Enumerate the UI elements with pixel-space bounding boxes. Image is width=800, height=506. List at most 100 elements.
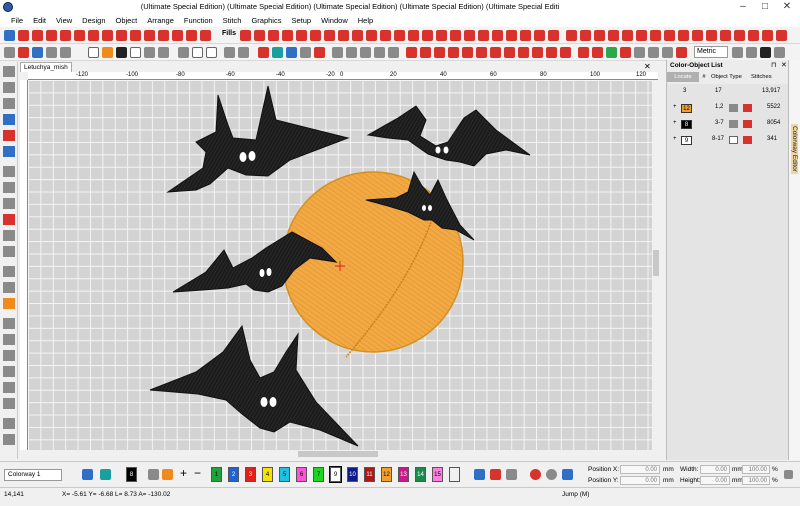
palette-swatch[interactable]: 4 bbox=[262, 467, 273, 482]
effect-8-icon[interactable] bbox=[664, 30, 675, 41]
minimize-button[interactable]: – bbox=[732, 0, 754, 14]
palette-swatch[interactable]: 12 bbox=[381, 467, 392, 482]
paste-icon[interactable] bbox=[206, 47, 217, 58]
cut-icon[interactable] bbox=[178, 47, 189, 58]
sort-icon[interactable] bbox=[506, 469, 517, 480]
horizontal-scrollbar[interactable] bbox=[28, 450, 652, 459]
stitch-type-4-icon[interactable] bbox=[448, 47, 459, 58]
effect-1-icon[interactable] bbox=[566, 30, 577, 41]
effect-3-icon[interactable] bbox=[594, 30, 605, 41]
palette-swatch[interactable]: 1 bbox=[211, 467, 222, 482]
design-tool-3-icon[interactable] bbox=[606, 47, 617, 58]
tool-node-icon[interactable] bbox=[3, 82, 15, 93]
fill-pattern-16-icon[interactable] bbox=[450, 30, 461, 41]
tool-flip-icon[interactable] bbox=[3, 318, 15, 329]
tool-monogram-icon[interactable] bbox=[3, 130, 15, 141]
effect-15-icon[interactable] bbox=[762, 30, 773, 41]
satin-icon[interactable] bbox=[116, 30, 127, 41]
stitch-type-12-icon[interactable] bbox=[560, 47, 571, 58]
menu-help[interactable]: Help bbox=[353, 14, 378, 27]
options-icon[interactable] bbox=[774, 47, 785, 58]
color-badge[interactable]: 9 bbox=[681, 136, 692, 145]
effect-6-icon[interactable] bbox=[636, 30, 647, 41]
stitch-sequence-icon[interactable] bbox=[490, 469, 501, 480]
select-icon[interactable] bbox=[4, 30, 15, 41]
palette-swatch[interactable]: 2 bbox=[228, 467, 239, 482]
reshape-icon[interactable] bbox=[60, 47, 71, 58]
fill-pattern-10-icon[interactable] bbox=[366, 30, 377, 41]
expand-icon[interactable]: + bbox=[673, 104, 677, 110]
menu-arrange[interactable]: Arrange bbox=[142, 14, 179, 27]
tool-knife-icon[interactable] bbox=[3, 418, 15, 429]
tool-reshape-icon[interactable] bbox=[3, 98, 15, 109]
horizontal-scroll-thumb[interactable] bbox=[298, 451, 378, 457]
tool-measure-icon[interactable] bbox=[3, 434, 15, 445]
position-y-field[interactable]: 0.00 bbox=[620, 476, 660, 485]
tool-oval-icon[interactable] bbox=[3, 182, 15, 193]
fill-pattern-21-icon[interactable] bbox=[520, 30, 531, 41]
wilcom-logo-icon[interactable] bbox=[18, 47, 29, 58]
line-icon[interactable] bbox=[32, 30, 43, 41]
needle-icon[interactable] bbox=[314, 47, 325, 58]
effect-16-icon[interactable] bbox=[776, 30, 787, 41]
palette-swatch[interactable]: 3 bbox=[245, 467, 256, 482]
bat-shape[interactable] bbox=[366, 105, 531, 167]
effect-9-icon[interactable] bbox=[678, 30, 689, 41]
stitch-player-icon[interactable] bbox=[258, 47, 269, 58]
menu-file[interactable]: File bbox=[6, 14, 28, 27]
design-tool-6-icon[interactable] bbox=[648, 47, 659, 58]
zoom-icon[interactable] bbox=[300, 47, 311, 58]
design-tool-8-icon[interactable] bbox=[676, 47, 687, 58]
effect-13-icon[interactable] bbox=[734, 30, 745, 41]
palette-swatch[interactable]: 13 bbox=[398, 467, 409, 482]
design-tool-2-icon[interactable] bbox=[592, 47, 603, 58]
position-x-field[interactable]: 0.00 bbox=[620, 465, 660, 474]
menu-window[interactable]: Window bbox=[316, 14, 353, 27]
fill-pattern-15-icon[interactable] bbox=[436, 30, 447, 41]
tool-color-icon[interactable] bbox=[3, 298, 15, 309]
curve-icon[interactable] bbox=[46, 30, 57, 41]
stitch-type-3-icon[interactable] bbox=[434, 47, 445, 58]
column-icon[interactable] bbox=[88, 30, 99, 41]
expand-icon[interactable]: + bbox=[673, 136, 677, 142]
menu-graphics[interactable]: Graphics bbox=[246, 14, 286, 27]
palette-swatch[interactable]: 5 bbox=[279, 467, 290, 482]
maximize-button[interactable]: □ bbox=[754, 0, 776, 14]
design-tool-4-icon[interactable] bbox=[620, 47, 631, 58]
pointer-icon[interactable] bbox=[32, 47, 43, 58]
close-button[interactable]: ✕ bbox=[776, 0, 798, 14]
fill-pattern-5-icon[interactable] bbox=[296, 30, 307, 41]
new-file-icon[interactable] bbox=[88, 47, 99, 58]
align-3-icon[interactable] bbox=[360, 47, 371, 58]
tool-arc-icon[interactable] bbox=[3, 198, 15, 209]
help-icon[interactable] bbox=[760, 47, 771, 58]
effect-2-icon[interactable] bbox=[580, 30, 591, 41]
menu-object[interactable]: Object bbox=[111, 14, 143, 27]
tool-shape-icon[interactable] bbox=[3, 146, 15, 157]
fill-pattern-20-icon[interactable] bbox=[506, 30, 517, 41]
fill-pattern-17-icon[interactable] bbox=[464, 30, 475, 41]
apply-color-icon[interactable] bbox=[162, 469, 173, 480]
locate-header[interactable]: Locate bbox=[667, 72, 699, 82]
home-icon[interactable] bbox=[4, 47, 15, 58]
palette-swatch[interactable]: 7 bbox=[313, 467, 324, 482]
tool-rectangle-icon[interactable] bbox=[3, 366, 15, 377]
fill-pattern-1-icon[interactable] bbox=[240, 30, 251, 41]
fill-pattern-12-icon[interactable] bbox=[394, 30, 405, 41]
menu-view[interactable]: View bbox=[51, 14, 77, 27]
stitch-type-7-icon[interactable] bbox=[490, 47, 501, 58]
width-percent-field[interactable]: 100.00 bbox=[742, 465, 770, 474]
tool-wreath-icon[interactable] bbox=[3, 382, 15, 393]
units-select[interactable]: Metric bbox=[694, 46, 728, 58]
node-icon[interactable] bbox=[46, 47, 57, 58]
stitch-type-8-icon[interactable] bbox=[504, 47, 515, 58]
add-color-icon[interactable]: + bbox=[180, 466, 187, 480]
align-2-icon[interactable] bbox=[346, 47, 357, 58]
stitch-type-1-icon[interactable] bbox=[406, 47, 417, 58]
palette-swatch[interactable]: 6 bbox=[296, 467, 307, 482]
effect-11-icon[interactable] bbox=[706, 30, 717, 41]
effect-4-icon[interactable] bbox=[608, 30, 619, 41]
settings-icon[interactable] bbox=[746, 47, 757, 58]
menu-function[interactable]: Function bbox=[179, 14, 218, 27]
color-badge[interactable]: 8 bbox=[681, 120, 692, 129]
